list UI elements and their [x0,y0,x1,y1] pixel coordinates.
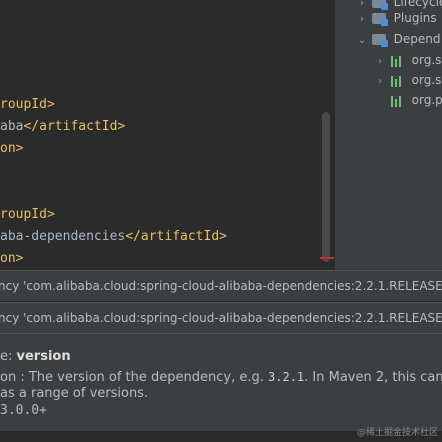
editor-scrollbar[interactable] [322,112,330,262]
chevron-right-icon[interactable]: › [374,72,386,92]
folder-icon [371,34,388,47]
xml-tag: </artifactId> [125,229,227,244]
xml-tag: on> [0,251,24,266]
doc-title: e: version [0,348,71,366]
library-icon [390,95,404,107]
code-line[interactable]: aba</artifactId> [0,116,125,138]
doc-description-continued: as a range of versions. [0,386,149,401]
doc-code-sample: 3.2.1 [268,370,305,384]
tree-item-dependency[interactable]: › org.s [374,50,441,70]
tree-item-label: Plugins [393,11,437,25]
watermark: @稀土掘金技术社区 [356,428,438,438]
library-icon [390,55,404,67]
chevron-right-icon[interactable]: › [374,52,386,72]
doc-description-text: . In Maven 2, this can also [304,370,442,385]
tree-item-dependencies[interactable]: ⌄ Depend [356,29,441,49]
tree-item-label: org.s [411,53,442,67]
xml-tag: </artifactId> [23,119,126,134]
doc-description: on : The version of the dependency, e.g.… [0,368,442,386]
doc-since-version: 3.0.0+ [0,403,47,418]
folder-icon [371,13,388,26]
code-line[interactable]: on> [0,138,23,160]
xml-tag: on> [0,141,24,156]
doc-element-name: version [16,349,71,364]
inspection-message[interactable]: ncy 'com.alibaba.cloud:spring-cloud-alib… [0,302,442,333]
tree-item-label: org.p [411,93,442,107]
xml-tag: roupId> [0,207,55,222]
doc-since: 3.0.0+ [0,402,47,420]
code-line[interactable]: roupId> [0,204,55,226]
tree-item-label: Depend [393,32,441,46]
ide-window: roupId> aba</artifactId> on> roupId> aba… [0,0,442,442]
inspection-message[interactable]: ncy 'com.alibaba.cloud:spring-cloud-alib… [0,270,442,301]
chevron-down-icon[interactable]: ⌄ [356,31,368,51]
library-icon [390,75,404,87]
tree-item-dependency[interactable]: org.p [374,90,442,110]
code-editor[interactable]: roupId> aba</artifactId> on> roupId> aba… [0,0,336,270]
tree-item-dependency[interactable]: › org.s [374,70,441,90]
tree-item-label: org.s [411,73,442,87]
xml-text: aba-dependencies [0,229,126,244]
doc-description-text: on : The version of the dependency, e.g. [0,370,269,385]
error-marker[interactable] [320,257,334,259]
code-line[interactable]: aba-dependencies</artifactId> [0,226,227,248]
tree-item-plugins[interactable]: › Plugins [356,8,437,28]
code-line[interactable]: roupId> [0,94,55,116]
chevron-right-icon[interactable]: › [356,10,368,30]
xml-text: aba [0,119,24,134]
xml-tag: roupId> [0,97,55,112]
quick-documentation-popup: e: version on : The version of the depen… [0,333,442,432]
maven-tool-window: › Lifecycle › Plugins ⌄ Depend › org.s ›… [336,0,442,270]
code-line[interactable]: on> [0,248,23,270]
folder-icon [371,0,388,10]
doc-title-prefix: e: [0,349,17,364]
